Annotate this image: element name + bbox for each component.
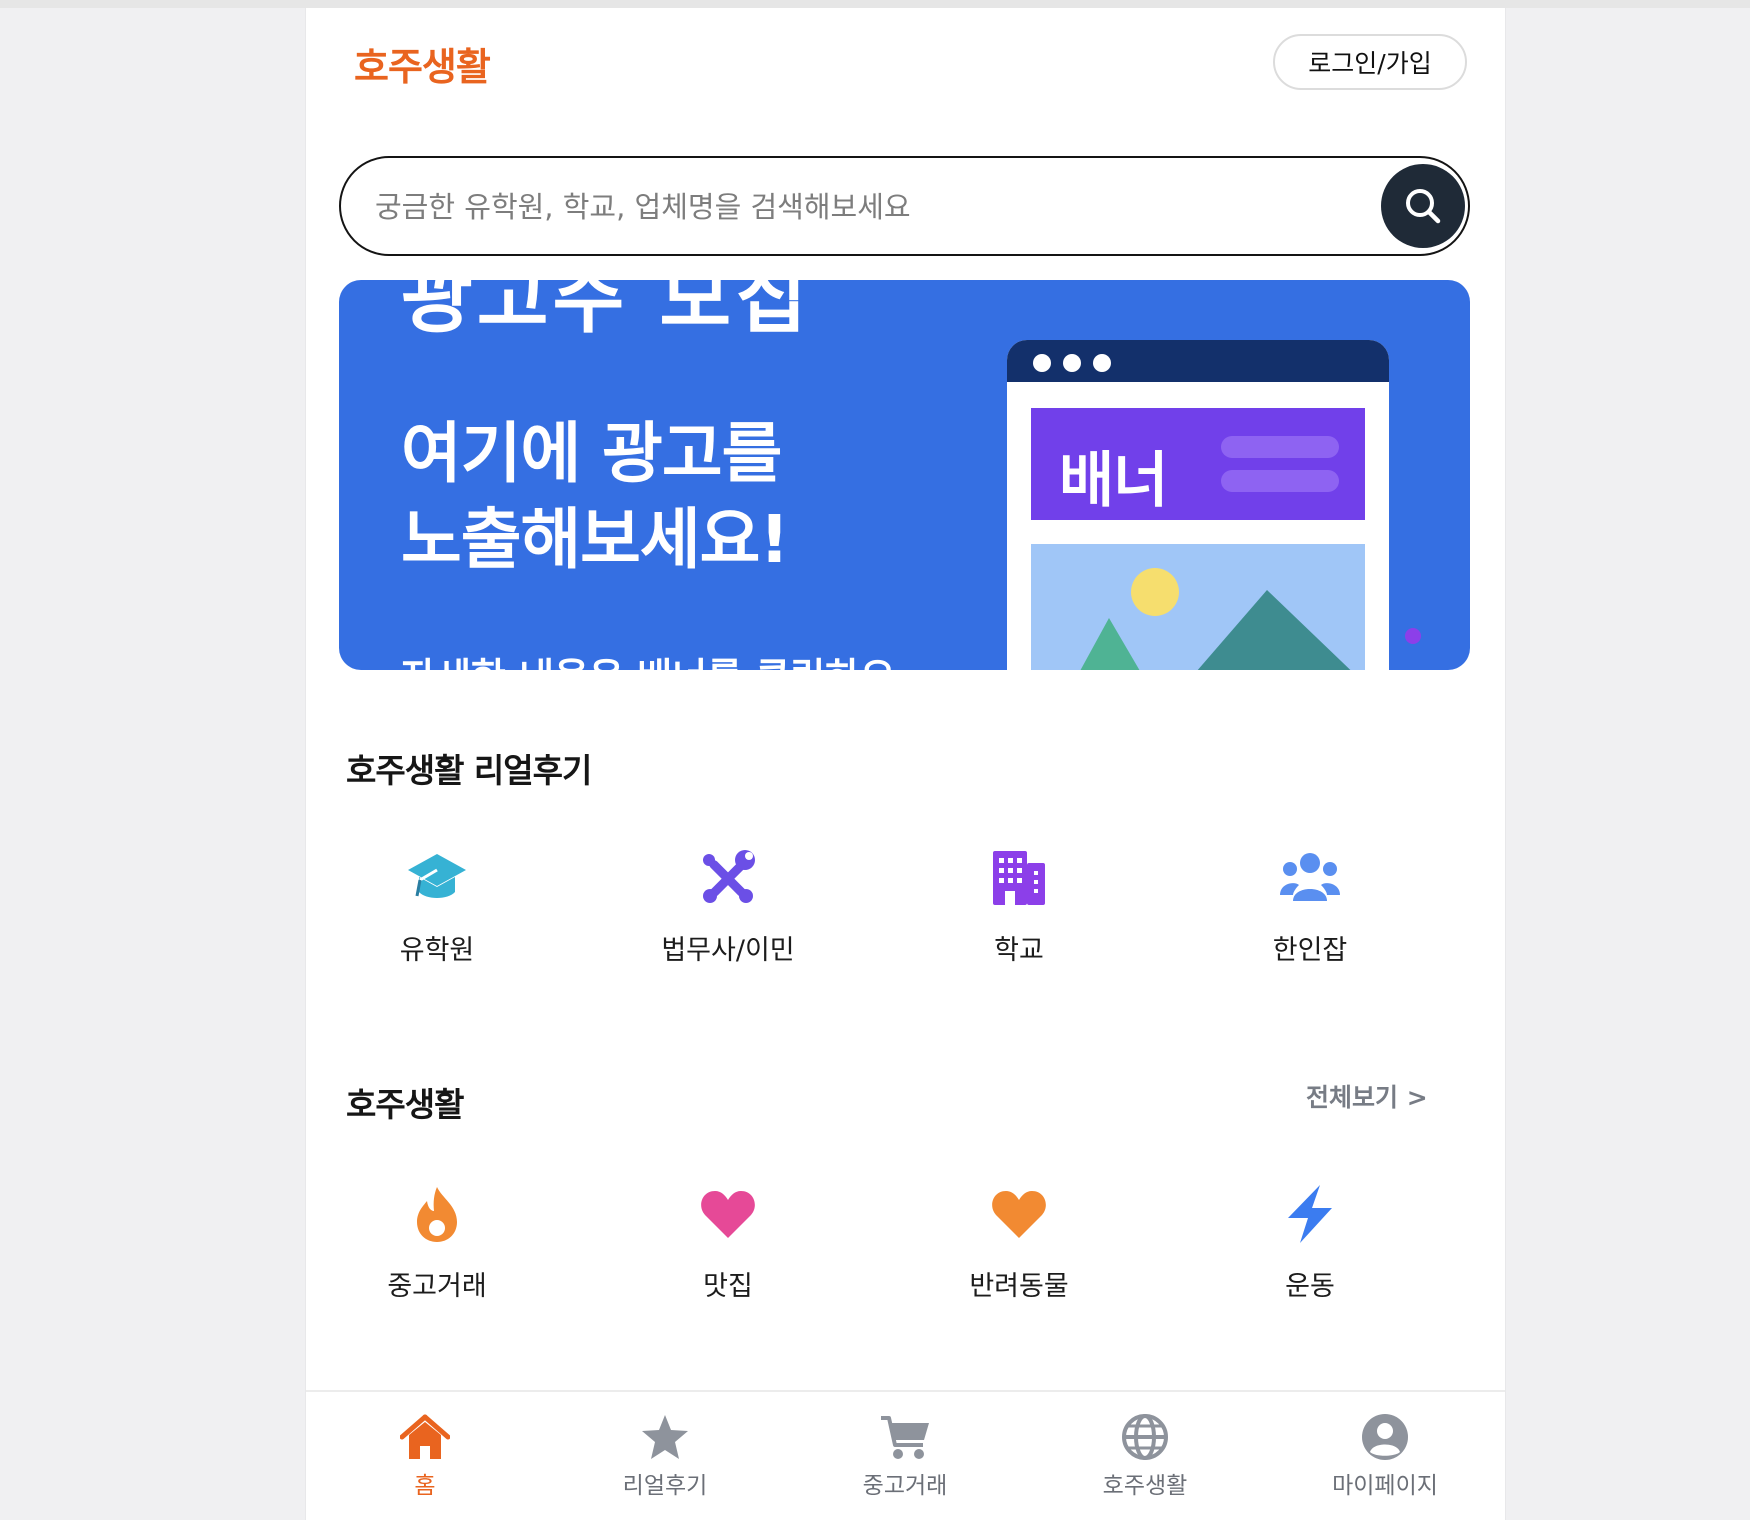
category-school[interactable]: 학교 (899, 846, 1139, 976)
category-label: 반려동물 (969, 1271, 1069, 1302)
ad-banner-top-text: 광고주 모집 (401, 280, 811, 344)
app-logo[interactable]: 호주생활 (354, 36, 491, 91)
bottom-navigation: 홈 리얼후기 중고거래 호주생활 마이페이지 (306, 1390, 1505, 1520)
nav-item-home[interactable]: 홈 (325, 1410, 525, 1510)
search-button[interactable] (1381, 164, 1465, 248)
category-label: 유학원 (399, 935, 475, 966)
building-icon (987, 846, 1051, 910)
category-label: 운동 (1285, 1271, 1335, 1302)
nav-label: 호주생활 (1102, 1473, 1188, 1499)
section-title-reviews: 호주생활 리얼후기 (346, 751, 592, 790)
mockup-text-line (1221, 436, 1339, 458)
users-icon (1278, 846, 1342, 910)
tools-icon (696, 846, 760, 910)
category-study-agency[interactable]: 유학원 (317, 846, 557, 976)
nav-label: 중고거래 (862, 1473, 948, 1499)
ad-banner-caption: 자세한 내용은 배너를 클릭하요 (401, 646, 895, 670)
browser-top-edge (0, 0, 1750, 8)
login-signup-button[interactable]: 로그인/가입 (1273, 34, 1467, 90)
cart-icon (878, 1410, 932, 1464)
category-secondhand[interactable]: 중고거래 (317, 1182, 557, 1312)
category-label: 맛집 (703, 1271, 753, 1302)
category-label: 중고거래 (387, 1271, 487, 1302)
category-label: 한인잡 (1272, 935, 1348, 966)
nav-item-mypage[interactable]: 마이페이지 (1285, 1410, 1485, 1510)
category-restaurants[interactable]: 맛집 (608, 1182, 848, 1312)
globe-icon (1118, 1410, 1172, 1464)
heart-icon (987, 1182, 1051, 1246)
search-bar (339, 156, 1470, 256)
ad-banner[interactable]: 광고주 모집 여기에 광고를 노출해보세요! 자세한 내용은 배너를 클릭하요 … (339, 280, 1470, 670)
category-korean-jobs[interactable]: 한인잡 (1190, 846, 1430, 976)
nav-label: 마이페이지 (1332, 1473, 1438, 1499)
window-dot-icon (1063, 354, 1081, 372)
mockup-window-bar (1007, 340, 1389, 382)
window-dot-icon (1033, 354, 1051, 372)
fire-icon (405, 1182, 469, 1246)
mockup-image-placeholder (1031, 544, 1365, 670)
nav-item-reviews[interactable]: 리얼후기 (565, 1410, 765, 1510)
star-icon (638, 1410, 692, 1464)
category-legal-immigration[interactable]: 법무사/이민 (608, 846, 848, 976)
mockup-text-line (1221, 470, 1339, 492)
home-icon (398, 1410, 452, 1464)
ad-banner-headline-1: 여기에 광고를 (401, 415, 782, 492)
bolt-icon (1278, 1182, 1342, 1246)
search-icon (1406, 189, 1441, 224)
banner-mockup-illustration: 배너 (1007, 340, 1389, 670)
nav-item-secondhand[interactable]: 중고거래 (805, 1410, 1005, 1510)
mockup-banner-label: 배너 (1059, 446, 1168, 516)
nav-label: 리얼후기 (622, 1473, 708, 1499)
category-pets[interactable]: 반려동물 (899, 1182, 1139, 1312)
category-exercise[interactable]: 운동 (1190, 1182, 1430, 1312)
app-container: 호주생활 로그인/가입 광고주 모집 여기에 광고를 노출해보세요! 자세한 내… (305, 8, 1506, 1520)
window-dot-icon (1093, 354, 1111, 372)
section-title-life: 호주생활 (346, 1085, 464, 1124)
user-circle-icon (1358, 1410, 1412, 1464)
mockup-banner: 배너 (1031, 408, 1365, 520)
category-label: 법무사/이민 (661, 935, 795, 966)
see-all-link[interactable]: 전체보기 > (1306, 1078, 1428, 1114)
heart-icon (696, 1182, 760, 1246)
nav-item-life[interactable]: 호주생활 (1045, 1410, 1245, 1510)
carousel-indicator-dot[interactable] (1405, 628, 1421, 644)
search-input[interactable] (373, 180, 1337, 234)
landscape-icon (1080, 568, 1351, 670)
category-label: 학교 (994, 935, 1044, 966)
nav-label: 홈 (414, 1473, 436, 1499)
graduation-cap-icon (405, 846, 469, 910)
ad-banner-headline-2: 노출해보세요! (401, 501, 789, 578)
